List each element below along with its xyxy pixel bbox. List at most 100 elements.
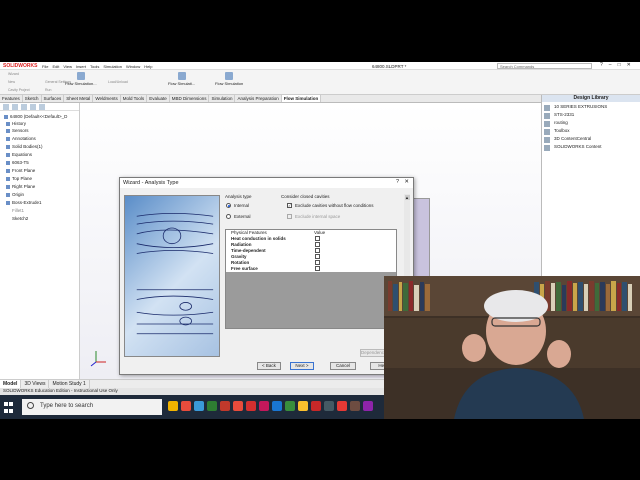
tree-item-annotations[interactable]: Annotations: [6, 136, 36, 141]
solidworks-logo[interactable]: SOLIDWORKS: [3, 63, 37, 69]
search-commands-input[interactable]: Search Commands: [497, 63, 592, 69]
menu-help[interactable]: Help: [144, 64, 152, 69]
taskbar-app-icon[interactable]: [259, 401, 269, 411]
view-palette-icon[interactable]: [544, 129, 550, 135]
menu-simulation[interactable]: Simulation: [103, 64, 122, 69]
resources-icon[interactable]: [544, 105, 550, 111]
flow-simulation-button-3[interactable]: Flow Simulation: [215, 72, 243, 86]
taskbar-app-icon[interactable]: [272, 401, 282, 411]
taskbar-app-icon[interactable]: [194, 401, 204, 411]
flow-simulation-button-1[interactable]: Flow Simulation...: [65, 72, 97, 86]
exclude-internal-checkbox[interactable]: [287, 214, 292, 219]
heat-conduction-checkbox[interactable]: [315, 236, 320, 241]
tree-item-sketch[interactable]: Sketch2: [12, 216, 28, 221]
cavity-project-command[interactable]: Cavity Project: [8, 88, 30, 92]
time-dependent-checkbox[interactable]: [315, 248, 320, 253]
taskbar-app-icon[interactable]: [363, 401, 373, 411]
feature-manager-icon[interactable]: [3, 104, 9, 110]
tab-evaluate[interactable]: Evaluate: [147, 95, 170, 102]
flow-simulation-button-2[interactable]: Flow Simulati...: [168, 72, 195, 86]
tab-features[interactable]: Features: [0, 95, 23, 102]
taskbar-app-icon[interactable]: [233, 401, 243, 411]
library-item[interactable]: STS-2331: [554, 112, 574, 117]
wizard-command[interactable]: Wizard: [8, 72, 19, 76]
configuration-manager-icon[interactable]: [21, 104, 27, 110]
library-item[interactable]: routing: [554, 120, 568, 125]
scroll-up-icon[interactable]: ▲: [404, 195, 410, 200]
taskbar-app-icon[interactable]: [285, 401, 295, 411]
taskbar-app-icon[interactable]: [207, 401, 217, 411]
taskbar-app-icon[interactable]: [181, 401, 191, 411]
taskbar-app-icon[interactable]: [311, 401, 321, 411]
rotation-checkbox[interactable]: [315, 260, 320, 265]
minimize-button[interactable]: –: [609, 62, 612, 68]
close-button[interactable]: ✕: [627, 62, 631, 68]
windows-start-icon[interactable]: [4, 402, 14, 413]
help-icon[interactable]: ?: [396, 179, 399, 185]
dependency-button[interactable]: Dependency...: [360, 349, 390, 357]
tree-item-top-plane[interactable]: Top Plane: [6, 176, 32, 181]
tab-3d-views[interactable]: 3D Views: [21, 380, 50, 388]
tree-item-sensors[interactable]: Sensors: [6, 128, 29, 133]
tab-mbd-dimensions[interactable]: MBD Dimensions: [170, 95, 210, 102]
tab-model[interactable]: Model: [0, 380, 22, 388]
maximize-button[interactable]: □: [618, 62, 621, 68]
file-explorer-icon[interactable]: [544, 121, 550, 127]
tab-sketch[interactable]: Sketch: [23, 95, 42, 102]
tab-simulation[interactable]: Simulation: [209, 95, 236, 102]
menu-view[interactable]: View: [63, 64, 72, 69]
library-item[interactable]: 10 SERIES EXTRUSIONS: [554, 104, 607, 109]
radiation-checkbox[interactable]: [315, 242, 320, 247]
internal-radio[interactable]: [226, 203, 231, 208]
taskbar-app-icon[interactable]: [246, 401, 256, 411]
back-button[interactable]: < Back: [257, 362, 281, 370]
tree-item-history[interactable]: History: [6, 121, 26, 126]
free-surface-checkbox[interactable]: [315, 266, 320, 271]
display-manager-icon[interactable]: [39, 104, 45, 110]
next-button[interactable]: Next >: [290, 362, 314, 370]
taskbar-app-icon[interactable]: [337, 401, 347, 411]
tree-item-boss-extrude[interactable]: Boss-Extrude1: [6, 200, 42, 205]
cancel-button[interactable]: Cancel: [330, 362, 356, 370]
library-item[interactable]: Toolbox: [554, 128, 570, 133]
taskbar-app-icon[interactable]: [220, 401, 230, 411]
gravity-checkbox[interactable]: [315, 254, 320, 259]
library-item[interactable]: 3D ContentCentral: [554, 136, 591, 141]
taskbar-search-input[interactable]: Type here to search: [22, 399, 162, 415]
tab-weldments[interactable]: Weldments: [93, 95, 121, 102]
tree-item-right-plane[interactable]: Right Plane: [6, 184, 35, 189]
tab-motion-study[interactable]: Motion Study 1: [49, 380, 90, 388]
tree-item-material[interactable]: 6063-T5: [6, 160, 29, 165]
load-unload-command[interactable]: Load/Unload: [108, 80, 128, 84]
taskbar-app-icon[interactable]: [298, 401, 308, 411]
tab-surfaces[interactable]: Surfaces: [42, 95, 65, 102]
tab-mold-tools[interactable]: Mold Tools: [121, 95, 148, 102]
menu-edit[interactable]: Edit: [52, 64, 59, 69]
property-manager-icon[interactable]: [12, 104, 18, 110]
help-icon[interactable]: ?: [600, 62, 603, 68]
close-icon[interactable]: ✕: [404, 179, 409, 185]
exclude-cavities-checkbox[interactable]: ✓: [287, 203, 292, 208]
library-item[interactable]: SOLIDWORKS Content: [554, 144, 602, 149]
tree-item-front-plane[interactable]: Front Plane: [6, 168, 35, 173]
taskbar-app-icon[interactable]: [168, 401, 178, 411]
appearances-icon[interactable]: [544, 137, 550, 143]
run-command[interactable]: Run: [45, 88, 51, 92]
dimxpert-icon[interactable]: [30, 104, 36, 110]
custom-properties-icon[interactable]: [544, 145, 550, 151]
tree-item-part[interactable]: 64800 (Default<<Default>_D: [4, 114, 67, 119]
tree-item-solid-bodies[interactable]: Solid Bodies(1): [6, 144, 43, 149]
tree-item-equations[interactable]: Equations: [6, 152, 32, 157]
tab-analysis-preparation[interactable]: Analysis Preparation: [235, 95, 282, 102]
taskbar-app-icon[interactable]: [324, 401, 334, 411]
menu-window[interactable]: Window: [126, 64, 140, 69]
tab-sheet-metal[interactable]: Sheet Metal: [64, 95, 94, 102]
design-library-icon[interactable]: [544, 113, 550, 119]
tree-item-fillet[interactable]: Fillet1: [12, 208, 24, 213]
menu-tools[interactable]: Tools: [90, 64, 99, 69]
taskbar-app-icon[interactable]: [350, 401, 360, 411]
external-radio[interactable]: [226, 214, 231, 219]
new-command[interactable]: New: [8, 80, 15, 84]
menu-file[interactable]: File: [42, 64, 48, 69]
menu-insert[interactable]: Insert: [76, 64, 86, 69]
